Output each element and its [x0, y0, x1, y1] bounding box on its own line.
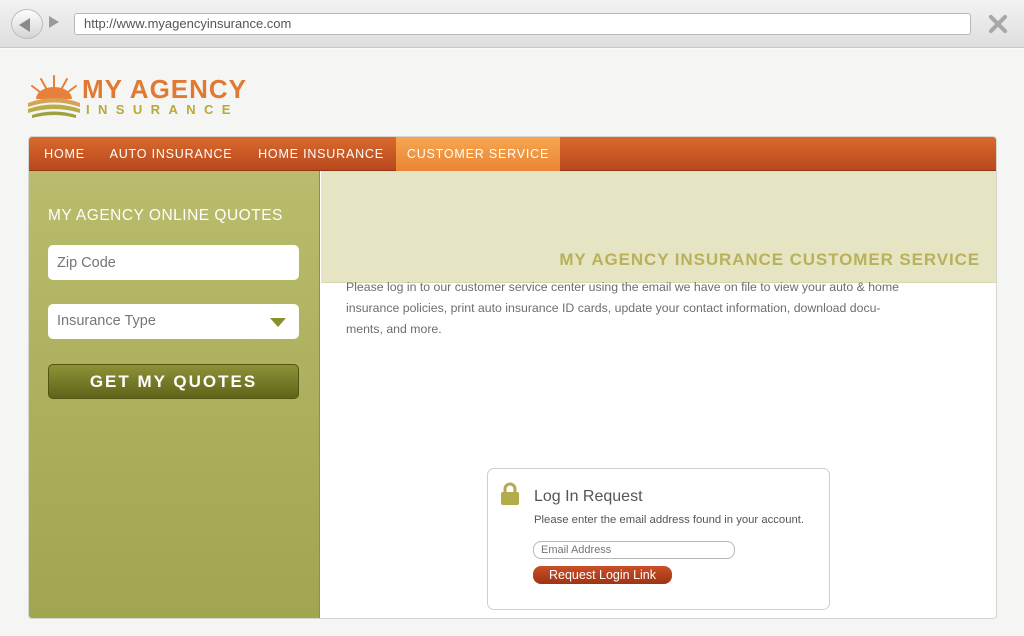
page-banner: MY AGENCY INSURANCE CUSTOMER SERVICE: [321, 171, 996, 283]
nav-auto-insurance[interactable]: AUTO INSURANCE: [98, 137, 244, 171]
insurance-type-select[interactable]: Insurance Type: [48, 304, 299, 339]
lock-icon: [501, 482, 519, 505]
forward-arrow-icon[interactable]: [49, 16, 59, 28]
address-bar[interactable]: http://www.myagencyinsurance.com: [74, 13, 971, 35]
nav-home-insurance[interactable]: HOME INSURANCE: [248, 137, 394, 171]
main-nav: HOME AUTO INSURANCE HOME INSURANCE CUSTO…: [29, 137, 996, 171]
browser-chrome: http://www.myagencyinsurance.com: [0, 0, 1024, 48]
request-login-link-button[interactable]: Request Login Link: [533, 566, 672, 584]
logo-name: MY AGENCY: [82, 74, 248, 104]
logo-tagline: INSURANCE: [86, 102, 239, 117]
close-icon[interactable]: [985, 11, 1011, 37]
chevron-down-icon: [270, 318, 286, 327]
intro-line: Please log in to our customer service ce…: [346, 280, 899, 294]
nav-customer-service[interactable]: CUSTOMER SERVICE: [396, 137, 560, 171]
site-container: HOME AUTO INSURANCE HOME INSURANCE CUSTO…: [28, 136, 997, 619]
login-request-box: Log In Request Please enter the email ad…: [487, 468, 830, 610]
back-arrow-icon[interactable]: [11, 9, 43, 39]
page-title: MY AGENCY INSURANCE CUSTOMER SERVICE: [559, 250, 980, 269]
intro-text: Please log in to our customer service ce…: [346, 277, 966, 340]
intro-line: insurance policies, print auto insurance…: [346, 301, 881, 315]
intro-line: ments, and more.: [346, 322, 442, 336]
get-quotes-button[interactable]: GET MY QUOTES: [48, 364, 299, 399]
nav-home[interactable]: HOME: [35, 137, 94, 171]
zip-code-input[interactable]: [48, 245, 299, 280]
login-title: Log In Request: [534, 488, 643, 505]
web-page: MY AGENCY INSURANCE HOME AUTO INSURANCE …: [0, 49, 1024, 636]
site-logo[interactable]: MY AGENCY INSURANCE: [28, 73, 268, 123]
insurance-type-value: Insurance Type: [57, 313, 156, 329]
email-field[interactable]: [533, 541, 735, 559]
login-description: Please enter the email address found in …: [534, 514, 805, 526]
sidebar-title: MY AGENCY ONLINE QUOTES: [48, 207, 283, 224]
sunrise-icon: [28, 75, 80, 118]
quote-sidebar: MY AGENCY ONLINE QUOTES Insurance Type G…: [29, 171, 320, 618]
